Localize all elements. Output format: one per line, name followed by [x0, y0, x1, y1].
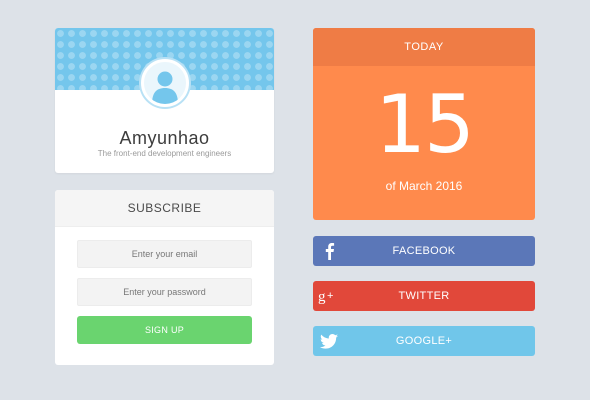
password-field[interactable]	[77, 278, 252, 306]
google-plus-label: GOOGLE+	[395, 335, 453, 347]
facebook-label: FACEBOOK	[392, 245, 456, 257]
subscribe-card: SUBSCRIBE SIGN UP	[55, 190, 274, 365]
profile-subtitle: The front-end development engineers	[97, 149, 232, 158]
calendar-month-year: of March 2016	[385, 179, 463, 193]
calendar-card: TODAY 15 of March 2016	[313, 28, 535, 220]
profile-name: Amyunhao	[119, 128, 210, 148]
email-field[interactable]	[77, 240, 252, 268]
profile-card: Amyunhao The front-end development engin…	[55, 28, 274, 173]
subscribe-title: SUBSCRIBE	[55, 190, 274, 227]
twitter-button[interactable]: g + TWITTER	[313, 281, 535, 311]
sign-up-button[interactable]: SIGN UP	[77, 316, 252, 344]
twitter-label: TWITTER	[398, 290, 450, 302]
user-avatar-icon[interactable]	[141, 59, 189, 107]
facebook-button[interactable]: FACEBOOK	[313, 236, 535, 266]
calendar-day: 15	[375, 78, 475, 171]
google-plus-button[interactable]: GOOGLE+	[313, 326, 535, 356]
calendar-header: TODAY	[313, 28, 535, 66]
